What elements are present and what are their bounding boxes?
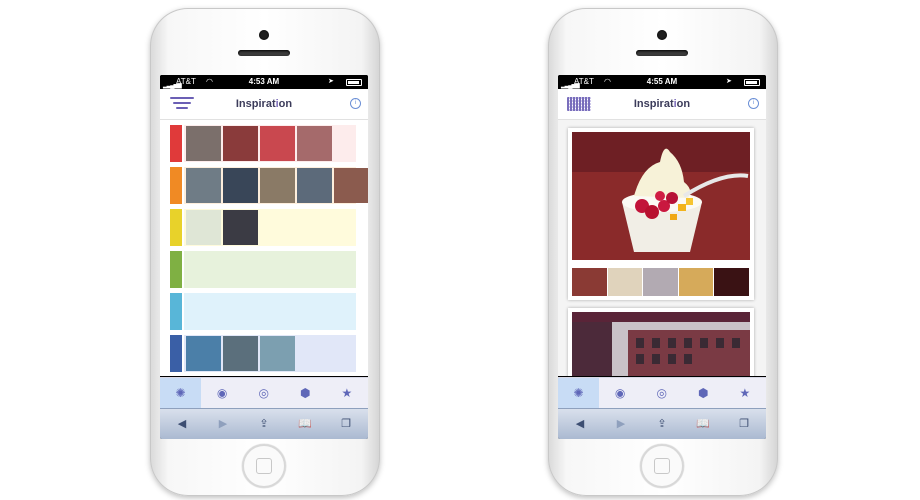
color-row[interactable]: [170, 335, 356, 372]
color-band: [184, 293, 356, 330]
earpiece: [636, 50, 688, 56]
photo-thumbnail[interactable]: [186, 168, 221, 203]
pin-icon[interactable]: ◎: [243, 378, 284, 408]
color-row[interactable]: [170, 251, 356, 288]
photo-card[interactable]: [568, 128, 754, 300]
tag-icon[interactable]: ⬢: [285, 378, 326, 408]
share-icon[interactable]: ⇪: [244, 409, 284, 439]
battery-icon: [346, 79, 362, 86]
palette-swatch: [607, 268, 643, 296]
forward-arrow-icon: ▶: [616, 418, 626, 430]
photo-thumbnail[interactable]: [260, 336, 295, 371]
color-swatch: [170, 209, 182, 246]
color-palette: [572, 268, 750, 296]
tab-bar: ✺ ◉ ◎ ⬢ ★: [160, 377, 368, 408]
color-swatch: [170, 125, 182, 162]
star-icon[interactable]: ★: [724, 378, 765, 408]
status-time: 4:53 AM: [248, 77, 280, 86]
color-row[interactable]: [170, 293, 356, 330]
palette-swatch: [643, 268, 678, 296]
color-row[interactable]: [170, 167, 368, 204]
frozen-yogurt-photo: [572, 132, 750, 260]
camera-icon: [259, 30, 269, 40]
tabs-icon[interactable]: ❐: [724, 409, 764, 439]
eye-icon[interactable]: ◉: [600, 378, 641, 408]
home-button[interactable]: [640, 444, 684, 488]
status-bar: ▂▃▄▅▆ AT&T ◠ 4:53 AM ➤: [160, 75, 368, 89]
photo-thumbnail[interactable]: [223, 210, 258, 245]
back-arrow-icon[interactable]: ◀: [162, 409, 202, 439]
photo-thumbnail[interactable]: [297, 126, 332, 161]
app-header: Inspiration i: [160, 89, 368, 120]
browser-toolbar: ◀ ▶ ⇪ 📖 ❐: [558, 408, 766, 439]
screen-right: ▂▃▄▅▆ AT&T ◠ 4:55 AM ➤ Inspiration i ✺ ◉…: [558, 75, 766, 439]
photo-thumbnail[interactable]: [223, 126, 258, 161]
palette-swatch: [714, 268, 749, 296]
color-swatch: [170, 335, 182, 372]
sparkle-icon[interactable]: ✺: [160, 378, 201, 408]
status-bar: ▂▃▄▅▆ AT&T ◠ 4:55 AM ➤: [558, 75, 766, 89]
forward-arrow-icon: ▶: [218, 418, 228, 430]
battery-icon: [744, 79, 760, 86]
tag-icon[interactable]: ⬢: [683, 378, 724, 408]
color-row[interactable]: [170, 209, 356, 246]
bookmarks-icon[interactable]: 📖: [285, 409, 325, 439]
palette-swatch: [678, 268, 714, 296]
earpiece: [238, 50, 290, 56]
back-arrow-icon[interactable]: ◀: [560, 409, 600, 439]
share-icon[interactable]: ⇪: [642, 409, 682, 439]
photo-thumbnail[interactable]: [223, 168, 258, 203]
browser-toolbar: ◀ ▶ ⇪ 📖 ❐: [160, 408, 368, 439]
info-icon[interactable]: i: [350, 98, 361, 109]
photo-thumbnail[interactable]: [297, 168, 332, 203]
palette-swatch: [572, 268, 607, 296]
camera-icon: [657, 30, 667, 40]
color-rows-list: [160, 120, 368, 376]
bookmarks-icon[interactable]: 📖: [683, 409, 723, 439]
info-icon[interactable]: i: [748, 98, 759, 109]
home-button[interactable]: [242, 444, 286, 488]
status-time: 4:55 AM: [646, 77, 678, 86]
photo-thumbnail[interactable]: [260, 168, 295, 203]
tabs-icon[interactable]: ❐: [326, 409, 366, 439]
photo-card[interactable]: [568, 308, 754, 376]
page-title: Inspiration: [235, 98, 293, 110]
photo-thumbnail[interactable]: [260, 126, 295, 161]
photo-thumbnail[interactable]: [186, 210, 221, 245]
color-swatch: [170, 293, 182, 330]
building-photo: [572, 312, 750, 376]
photo-thumbnail[interactable]: [223, 336, 258, 371]
color-row[interactable]: [170, 125, 356, 162]
app-header: Inspiration i: [558, 89, 766, 120]
pin-icon[interactable]: ◎: [641, 378, 682, 408]
photo-thumbnail[interactable]: [334, 168, 368, 203]
screen-left: ▂▃▄▅▆ AT&T ◠ 4:53 AM ➤ Inspiration i ✺ ◉ ◎…: [160, 75, 368, 439]
phone-left: ▂▃▄▅▆ AT&T ◠ 4:53 AM ➤ Inspiration i ✺ ◉ ◎…: [150, 8, 380, 496]
phone-right: ▂▃▄▅▆ AT&T ◠ 4:55 AM ➤ Inspiration i ✺ ◉…: [548, 8, 778, 496]
color-band: [184, 251, 356, 288]
photo-thumbnail[interactable]: [186, 126, 221, 161]
eye-icon[interactable]: ◉: [202, 378, 243, 408]
photo-feed: [558, 120, 766, 376]
location-icon: ➤: [726, 78, 732, 85]
sparkle-icon[interactable]: ✺: [558, 378, 599, 408]
star-icon[interactable]: ★: [326, 378, 367, 408]
photo-thumbnail[interactable]: [186, 336, 221, 371]
color-swatch: [170, 251, 182, 288]
color-swatch: [170, 167, 182, 204]
page-title: Inspiration: [633, 98, 691, 110]
tab-bar: ✺ ◉ ◎ ⬢ ★: [558, 377, 766, 408]
location-icon: ➤: [328, 78, 334, 85]
